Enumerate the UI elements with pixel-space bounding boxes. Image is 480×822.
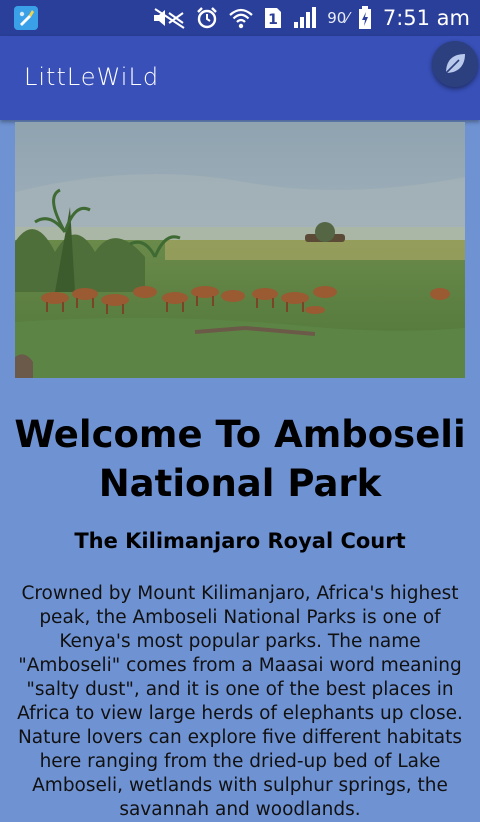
alarm-icon xyxy=(197,7,218,29)
page-subtitle: The Kilimanjaro Royal Court xyxy=(74,529,406,553)
park-description: Crowned by Mount Kilimanjaro, Africa's h… xyxy=(17,583,463,820)
app-bar: LittLeWiLd xyxy=(0,36,480,120)
status-icons: 1 90⁄ 7:51 am xyxy=(152,0,470,36)
battery-percent: 90 xyxy=(327,9,347,27)
launcher-app-icon[interactable] xyxy=(14,6,38,30)
svg-text:1: 1 xyxy=(268,12,278,28)
app-title: LittLeWiLd xyxy=(24,63,160,91)
hero-image xyxy=(15,122,465,378)
mute-icon xyxy=(154,8,185,29)
content: Welcome To Amboseli National Park The Ki… xyxy=(0,410,480,822)
battery-charging-icon xyxy=(358,6,371,29)
page-title: Welcome To Amboseli National Park xyxy=(14,413,466,505)
status-bar: 1 90⁄ 7:51 am xyxy=(0,0,480,36)
leaf-fab-button[interactable] xyxy=(432,41,478,87)
wifi-icon xyxy=(229,8,253,29)
sim-1-icon: 1 xyxy=(265,8,282,28)
signal-icon xyxy=(294,7,317,28)
clock: 7:51 am xyxy=(382,6,470,30)
leaf-icon xyxy=(445,54,465,74)
